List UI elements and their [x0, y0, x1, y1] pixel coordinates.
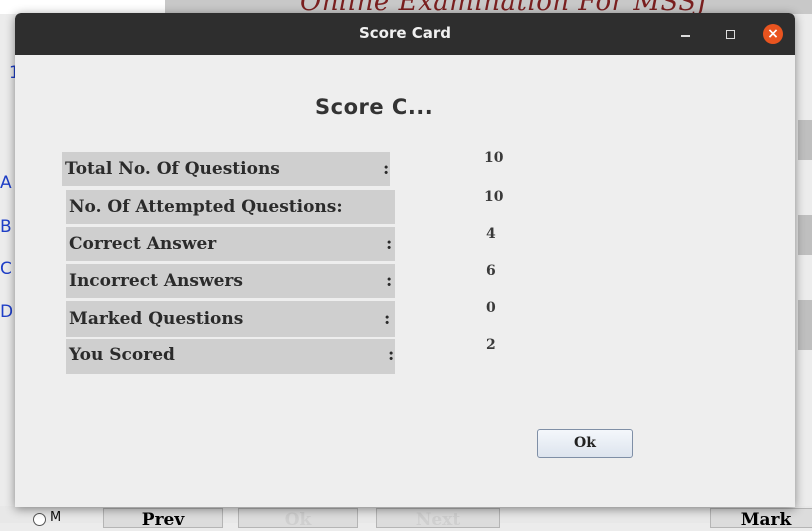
label-attempted-questions: No. Of Attempted Questions: — [66, 190, 395, 224]
value-correct-answer: 4 — [486, 226, 496, 242]
background-option-c[interactable]: C — [0, 259, 12, 279]
label-incorrect-answers: Incorrect Answers : — [66, 264, 395, 298]
ok-button[interactable]: Ok — [537, 429, 633, 458]
score-card-dialog: Score Card × Score C... Total No. Of Que… — [15, 13, 795, 507]
value-you-scored: 2 — [486, 337, 496, 353]
label-colon: : — [384, 309, 391, 329]
value-total-questions: 10 — [484, 150, 504, 166]
label-text: Marked Questions — [69, 309, 244, 329]
background-right-panel — [798, 215, 812, 255]
value-attempted-questions: 10 — [484, 189, 504, 205]
label-colon: : — [388, 345, 395, 365]
value-marked-questions: 0 — [486, 300, 496, 316]
label-marked-questions: Marked Questions : — [66, 301, 395, 337]
background-ok-button[interactable]: Ok — [238, 508, 358, 530]
label-text: Total No. Of Questions — [65, 159, 280, 179]
background-mark-button[interactable]: Mark — [710, 508, 812, 530]
maximize-icon[interactable] — [722, 25, 740, 43]
label-total-questions: Total No. Of Questions : — [62, 152, 390, 186]
background-option-a[interactable]: A — [0, 173, 12, 193]
label-correct-answer: Correct Answer : — [66, 227, 395, 261]
value-incorrect-answers: 6 — [486, 263, 496, 279]
close-icon[interactable]: × — [763, 24, 783, 44]
background-next-button[interactable]: Next — [376, 508, 500, 530]
label-text: No. Of Attempted Questions: — [69, 197, 343, 217]
background-option-b[interactable]: B — [0, 217, 12, 237]
label-colon: : — [386, 271, 393, 291]
minimize-icon[interactable] — [677, 25, 695, 43]
label-colon: : — [386, 234, 393, 254]
label-text: You Scored — [69, 345, 175, 365]
dialog-titlebar[interactable]: Score Card × — [15, 13, 795, 55]
background-prev-button[interactable]: Prev — [103, 508, 223, 530]
label-you-scored: You Scored : — [66, 339, 395, 374]
score-card-heading: Score C... — [315, 95, 434, 119]
label-colon: : — [383, 159, 390, 179]
background-right-panel — [798, 120, 812, 160]
background-option-d[interactable]: D — [0, 302, 13, 322]
background-mark-radio[interactable] — [33, 513, 46, 526]
label-text: Correct Answer — [69, 234, 217, 254]
dialog-content: Score C... Total No. Of Questions : No. … — [15, 55, 795, 507]
label-text: Incorrect Answers — [69, 271, 243, 291]
background-right-panel — [798, 300, 812, 350]
